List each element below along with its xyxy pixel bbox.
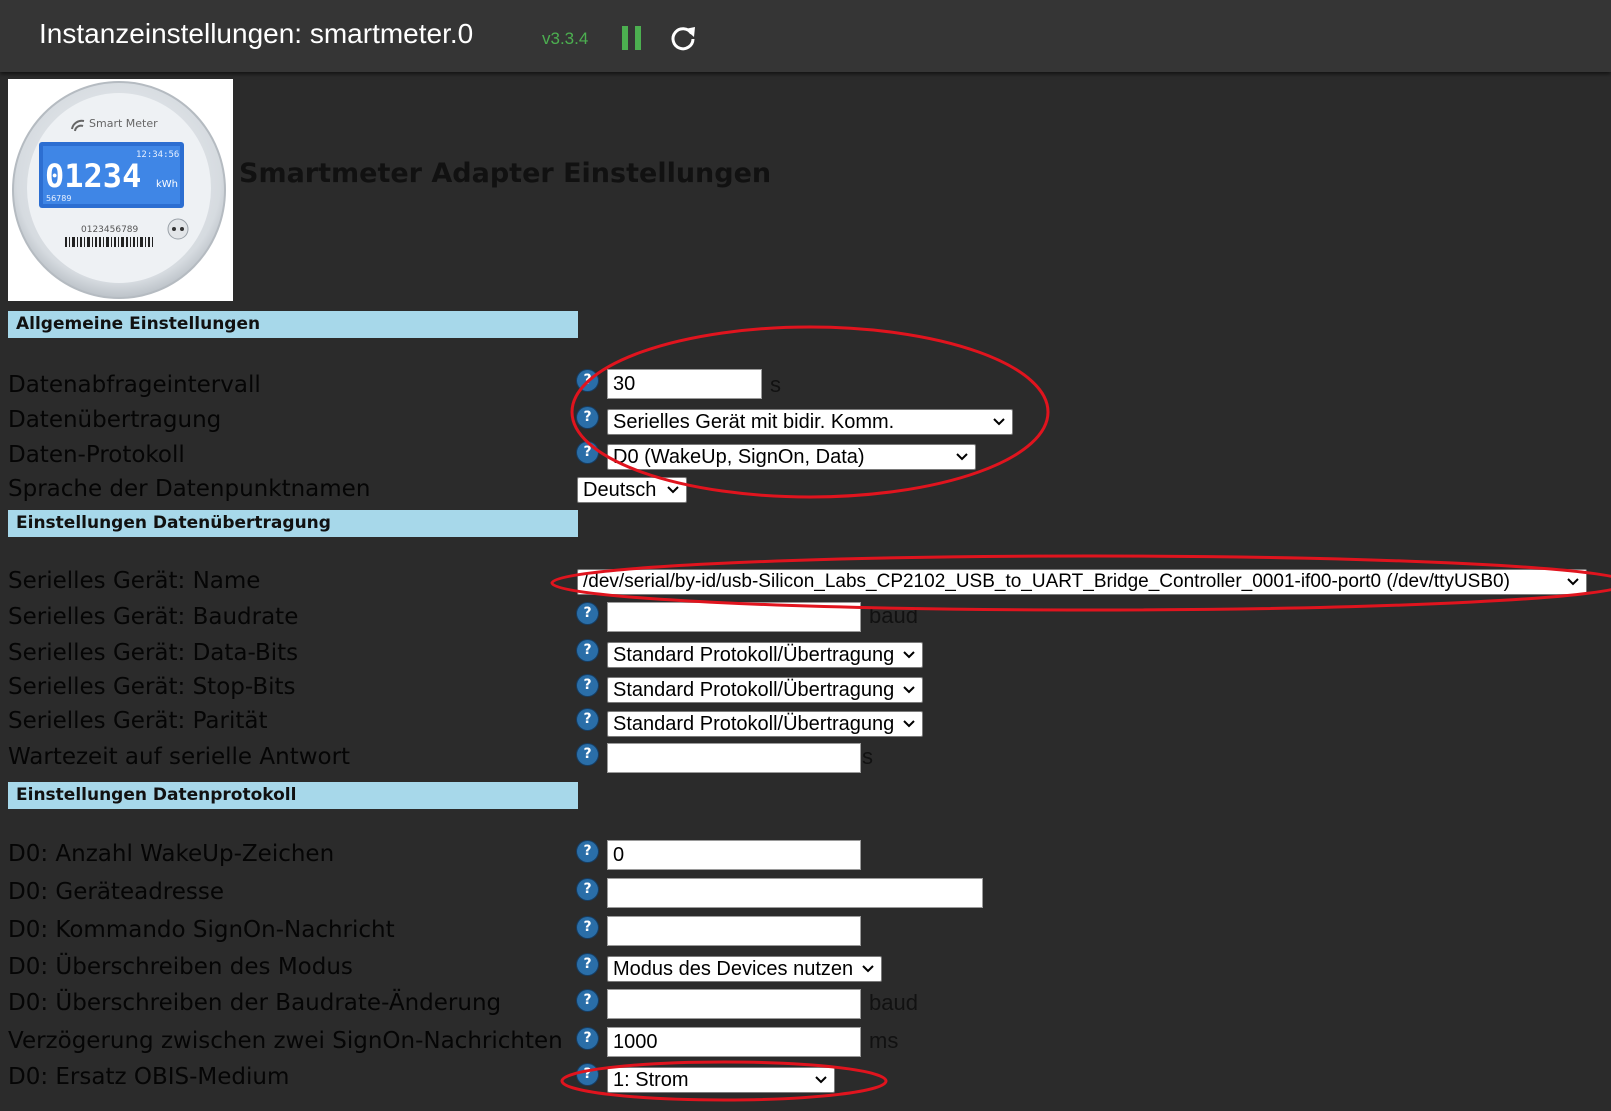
help-icon[interactable]: ?	[577, 407, 598, 428]
chevron-down-icon	[667, 486, 679, 494]
databits-select-value: Standard Protokoll/Übertragung	[613, 644, 895, 666]
wait-unit: s	[862, 744, 873, 769]
label-mode: D0: Überschreiben des Modus	[8, 954, 353, 980]
label-transfer: Datenübertragung	[8, 407, 222, 433]
label-interval: Datenabfrageintervall	[8, 372, 261, 398]
serial-device-select[interactable]: /dev/serial/by-id/usb-Silicon_Labs_CP210…	[577, 569, 1587, 595]
baudrate-input[interactable]	[607, 602, 861, 632]
wakeup-input[interactable]: 0	[607, 840, 861, 870]
label-databits: Serielles Gerät: Data-Bits	[8, 640, 299, 666]
chevron-down-icon	[815, 1076, 827, 1084]
chevron-down-icon	[1567, 578, 1579, 586]
delay-unit: ms	[869, 1028, 899, 1053]
help-icon[interactable]: ?	[577, 1064, 598, 1085]
logo-sub-text: 56789	[46, 194, 71, 203]
help-icon[interactable]: ?	[577, 603, 598, 624]
chevron-down-icon	[993, 418, 1005, 426]
chevron-down-icon	[862, 965, 874, 973]
label-baud-change: D0: Überschreiben der Baudrate-Änderung	[8, 990, 502, 1016]
label-serial-name: Serielles Gerät: Name	[8, 568, 261, 594]
serial-device-select-value: /dev/serial/by-id/usb-Silicon_Labs_CP210…	[583, 571, 1510, 592]
help-icon[interactable]: ?	[577, 954, 598, 975]
label-protocol: Daten-Protokoll	[8, 442, 185, 468]
address-input[interactable]	[607, 878, 983, 908]
databits-select[interactable]: Standard Protokoll/Übertragung	[607, 642, 923, 668]
label-baudrate: Serielles Gerät: Baudrate	[8, 604, 299, 630]
obis-select-value: 1: Strom	[613, 1069, 689, 1091]
label-obis: D0: Ersatz OBIS-Medium	[8, 1064, 290, 1090]
protocol-select[interactable]: D0 (WakeUp, SignOn, Data)	[607, 444, 976, 470]
header-bar: Instanzeinstellungen: smartmeter.0 v3.3.…	[0, 0, 1611, 72]
label-stopbits: Serielles Gerät: Stop-Bits	[8, 674, 296, 700]
page-title: Smartmeter Adapter Einstellungen	[239, 158, 772, 189]
logo-unit-text: kWh	[156, 179, 178, 190]
mode-select[interactable]: Modus des Devices nutzen	[607, 956, 882, 982]
transfer-select[interactable]: Serielles Gerät mit bidir. Komm.	[607, 409, 1013, 435]
section-protocol: Einstellungen Datenprotokoll	[8, 782, 578, 809]
chevron-down-icon	[903, 651, 915, 659]
baudrate-unit: baud	[869, 603, 918, 628]
help-icon[interactable]: ?	[577, 1028, 598, 1049]
logo-brand-text: Smart Meter	[89, 117, 158, 130]
parity-select[interactable]: Standard Protokoll/Übertragung	[607, 711, 923, 737]
chevron-down-icon	[903, 720, 915, 728]
help-icon[interactable]: ?	[577, 442, 598, 463]
stopbits-select[interactable]: Standard Protokoll/Übertragung	[607, 677, 923, 703]
refresh-icon[interactable]	[668, 23, 698, 53]
section-general: Allgemeine Einstellungen	[8, 311, 578, 338]
label-signon: D0: Kommando SignOn-Nachricht	[8, 917, 395, 943]
baud-change-input[interactable]	[607, 989, 861, 1019]
chevron-down-icon	[956, 453, 968, 461]
language-select-value: Deutsch	[583, 479, 657, 501]
chevron-down-icon	[903, 686, 915, 694]
label-wait: Wartezeit auf serielle Antwort	[8, 744, 351, 770]
help-icon[interactable]: ?	[577, 879, 598, 900]
interval-input[interactable]: 30	[607, 369, 762, 399]
obis-select[interactable]: 1: Strom	[607, 1067, 835, 1093]
help-icon[interactable]: ?	[577, 841, 598, 862]
help-icon[interactable]: ?	[577, 917, 598, 938]
help-icon[interactable]: ?	[577, 640, 598, 661]
pause-icon[interactable]	[622, 26, 644, 50]
label-language: Sprache der Datenpunktnamen	[8, 476, 371, 502]
help-icon[interactable]: ?	[577, 709, 598, 730]
help-icon[interactable]: ?	[577, 990, 598, 1011]
help-icon[interactable]: ?	[577, 744, 598, 765]
signon-input[interactable]	[607, 916, 861, 946]
label-address: D0: Geräteadresse	[8, 879, 225, 905]
logo-reading-text: 01234	[45, 157, 141, 195]
parity-select-value: Standard Protokoll/Übertragung	[613, 713, 895, 735]
wait-input[interactable]	[607, 743, 861, 773]
protocol-select-value: D0 (WakeUp, SignOn, Data)	[613, 446, 865, 468]
help-icon[interactable]: ?	[577, 675, 598, 696]
interval-unit: s	[770, 372, 781, 397]
smartmeter-logo: Smart Meter 12:34:56 01234 kWh 56789 012…	[8, 79, 233, 301]
label-delay: Verzögerung zwischen zwei SignOn-Nachric…	[8, 1028, 563, 1054]
baud-change-unit: baud	[869, 990, 918, 1015]
stopbits-select-value: Standard Protokoll/Übertragung	[613, 679, 895, 701]
logo-time-text: 12:34:56	[136, 150, 179, 160]
logo-serial-text: 0123456789	[81, 225, 139, 235]
version-badge: v3.3.4	[542, 29, 589, 48]
help-icon[interactable]: ?	[577, 370, 598, 391]
mode-select-value: Modus des Devices nutzen	[613, 958, 854, 980]
language-select[interactable]: Deutsch	[577, 477, 687, 503]
section-transfer: Einstellungen Datenübertragung	[8, 510, 578, 537]
label-wakeup: D0: Anzahl WakeUp-Zeichen	[8, 841, 335, 867]
window-title: Instanzeinstellungen: smartmeter.0	[39, 18, 474, 49]
delay-input[interactable]: 1000	[607, 1027, 861, 1057]
transfer-select-value: Serielles Gerät mit bidir. Komm.	[613, 411, 895, 433]
label-parity: Serielles Gerät: Parität	[8, 708, 268, 734]
